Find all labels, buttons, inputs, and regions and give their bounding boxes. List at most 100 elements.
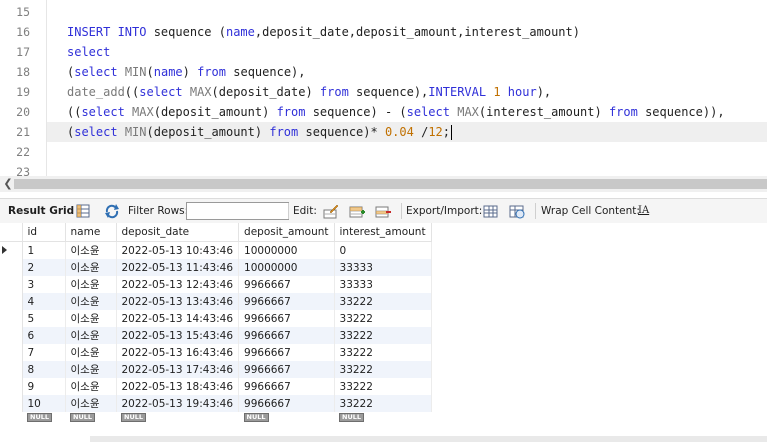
row-selector[interactable] <box>0 276 23 293</box>
cell-deposit-date[interactable]: 2022-05-13 10:43:46 <box>116 241 240 259</box>
column-header-id[interactable]: id <box>22 223 66 242</box>
cell-interest-amount[interactable]: 33222 <box>334 361 432 378</box>
chevron-left-icon[interactable]: ❮ <box>2 176 14 192</box>
cell-name[interactable]: 이소윤 <box>65 293 117 310</box>
cell-id[interactable]: 3 <box>22 276 66 293</box>
code-line[interactable]: date_add((select MAX(deposit_date) from … <box>67 82 767 102</box>
cell-deposit-date[interactable]: 2022-05-13 17:43:46 <box>116 361 240 378</box>
wrap-cell-icon[interactable]: IA <box>638 199 649 223</box>
cell-name[interactable]: 이소윤 <box>65 344 117 361</box>
code-line[interactable] <box>67 2 767 22</box>
cell-interest-amount[interactable]: 33222 <box>334 378 432 395</box>
table-row[interactable]: 1 이소윤 2022-05-13 10:43:46 10000000 0 <box>0 241 432 259</box>
null-cell[interactable]: NULL <box>22 412 65 424</box>
code-line[interactable]: (select MIN(name) from sequence), <box>67 62 767 82</box>
table-row[interactable]: 6 이소윤 2022-05-13 15:43:46 9966667 33222 <box>0 327 432 344</box>
table-row[interactable]: 8 이소윤 2022-05-13 17:43:46 9966667 33222 <box>0 361 432 378</box>
new-row-placeholder[interactable]: NULL NULL NULL NULL NULL <box>0 412 432 424</box>
cell-name[interactable]: 이소윤 <box>65 276 117 293</box>
null-cell[interactable]: NULL <box>65 412 116 424</box>
cell-deposit-date[interactable]: 2022-05-13 13:43:46 <box>116 293 240 310</box>
editor-horizontal-scrollbar[interactable]: ❮ <box>0 176 767 192</box>
cell-name[interactable]: 이소윤 <box>65 259 117 276</box>
code-line[interactable]: INSERT INTO sequence (name,deposit_date,… <box>67 22 767 42</box>
column-header-deposit-date[interactable]: deposit_date <box>116 223 240 242</box>
row-selector[interactable] <box>0 344 23 361</box>
edit-row-icon[interactable] <box>323 203 339 219</box>
filter-rows-input[interactable] <box>186 202 289 220</box>
cell-id[interactable]: 5 <box>22 310 66 327</box>
cell-name[interactable]: 이소윤 <box>65 327 117 344</box>
column-header-interest-amount[interactable]: interest_amount <box>334 223 432 242</box>
code-line[interactable]: select <box>67 42 767 62</box>
cell-deposit-amount[interactable]: 10000000 <box>238 259 335 276</box>
row-selector[interactable] <box>0 378 23 395</box>
cell-deposit-amount[interactable]: 9966667 <box>238 361 335 378</box>
cell-deposit-date[interactable]: 2022-05-13 14:43:46 <box>116 310 240 327</box>
table-row[interactable]: 5 이소윤 2022-05-13 14:43:46 9966667 33222 <box>0 310 432 327</box>
cell-id[interactable]: 4 <box>22 293 66 310</box>
cell-name[interactable]: 이소윤 <box>65 395 117 412</box>
cell-deposit-amount[interactable]: 9966667 <box>238 293 335 310</box>
cell-id[interactable]: 8 <box>22 361 66 378</box>
row-selector[interactable] <box>0 395 23 412</box>
cell-interest-amount[interactable]: 33333 <box>334 276 432 293</box>
column-header-deposit-amount[interactable]: deposit_amount <box>238 223 335 242</box>
grid-horizontal-scrollbar[interactable] <box>90 436 767 442</box>
cell-interest-amount[interactable]: 33222 <box>334 310 432 327</box>
cell-id[interactable]: 6 <box>22 327 66 344</box>
cell-deposit-amount[interactable]: 9966667 <box>238 310 335 327</box>
refresh-icon[interactable] <box>104 203 120 219</box>
cell-deposit-amount[interactable]: 9966667 <box>238 276 335 293</box>
cell-deposit-amount[interactable]: 9966667 <box>238 344 335 361</box>
row-selector[interactable] <box>0 412 22 424</box>
null-cell[interactable]: NULL <box>238 412 335 424</box>
cell-interest-amount[interactable]: 0 <box>334 241 432 259</box>
export-icon[interactable] <box>483 203 499 219</box>
table-row[interactable]: 7 이소윤 2022-05-13 16:43:46 9966667 33222 <box>0 344 432 361</box>
cell-id[interactable]: 2 <box>22 259 66 276</box>
cell-deposit-date[interactable]: 2022-05-13 16:43:46 <box>116 344 240 361</box>
cell-deposit-date[interactable]: 2022-05-13 12:43:46 <box>116 276 240 293</box>
cell-deposit-date[interactable]: 2022-05-13 18:43:46 <box>116 378 240 395</box>
grid-icon[interactable] <box>75 203 91 219</box>
cell-interest-amount[interactable]: 33222 <box>334 395 432 412</box>
result-grid-tab[interactable]: Result Grid <box>8 199 74 223</box>
cell-deposit-date[interactable]: 2022-05-13 19:43:46 <box>116 395 240 412</box>
cell-interest-amount[interactable]: 33333 <box>334 259 432 276</box>
cell-deposit-amount[interactable]: 9966667 <box>238 378 335 395</box>
row-selector[interactable] <box>0 293 23 310</box>
scrollbar-thumb[interactable] <box>14 179 767 189</box>
row-selector[interactable] <box>0 361 23 378</box>
import-icon[interactable] <box>509 203 525 219</box>
cell-deposit-amount[interactable]: 9966667 <box>238 327 335 344</box>
cell-name[interactable]: 이소윤 <box>65 361 117 378</box>
cell-id[interactable]: 9 <box>22 378 66 395</box>
cell-id[interactable]: 10 <box>22 395 66 412</box>
cell-interest-amount[interactable]: 33222 <box>334 344 432 361</box>
row-selector[interactable] <box>0 310 23 327</box>
code-line[interactable] <box>67 162 767 176</box>
cell-id[interactable]: 1 <box>22 241 66 259</box>
add-row-icon[interactable] <box>349 203 365 219</box>
row-selector[interactable] <box>0 259 23 276</box>
code-line[interactable] <box>67 142 767 162</box>
null-cell[interactable]: NULL <box>334 412 432 424</box>
table-row[interactable]: 2 이소윤 2022-05-13 11:43:46 10000000 33333 <box>0 259 432 276</box>
code-line[interactable]: ((select MAX(deposit_amount) from sequen… <box>67 102 767 122</box>
cell-interest-amount[interactable]: 33222 <box>334 293 432 310</box>
cell-name[interactable]: 이소윤 <box>65 310 117 327</box>
result-grid[interactable]: id name deposit_date deposit_amount inte… <box>0 223 767 442</box>
sql-editor[interactable]: 15 16 17 18 19 20 21 22 23 INSERT INTO sequence … <box>0 0 767 176</box>
row-selector[interactable] <box>0 327 23 344</box>
cell-deposit-amount[interactable]: 10000000 <box>238 241 335 259</box>
code-line-current[interactable]: (select MIN(deposit_amount) from sequenc… <box>47 122 767 142</box>
cell-deposit-date[interactable]: 2022-05-13 11:43:46 <box>116 259 240 276</box>
row-selector[interactable] <box>0 241 23 259</box>
cell-name[interactable]: 이소윤 <box>65 378 117 395</box>
delete-row-icon[interactable] <box>375 203 391 219</box>
table-row[interactable]: 10 이소윤 2022-05-13 19:43:46 9966667 33222 <box>0 395 432 412</box>
null-cell[interactable]: NULL <box>116 412 239 424</box>
table-row[interactable]: 9 이소윤 2022-05-13 18:43:46 9966667 33222 <box>0 378 432 395</box>
table-row[interactable]: 3 이소윤 2022-05-13 12:43:46 9966667 33333 <box>0 276 432 293</box>
